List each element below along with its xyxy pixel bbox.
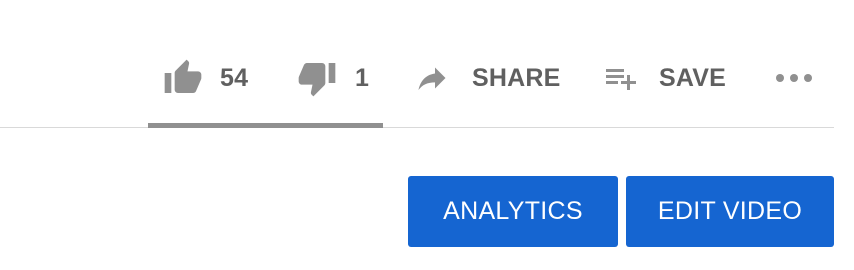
like-count: 54 (220, 63, 249, 92)
sentiment-bar-fill (148, 123, 379, 128)
edit-video-button[interactable]: EDIT VIDEO (626, 176, 834, 247)
like-button[interactable]: 54 (162, 50, 248, 106)
save-label: SAVE (659, 63, 727, 92)
video-actions-panel: 54 1 SHARE SAVE ANALYTICS EDIT VIDEO (0, 0, 854, 270)
action-bar: 54 1 SHARE SAVE (0, 50, 854, 106)
more-actions-button[interactable] (774, 50, 814, 106)
sentiment-bar (148, 123, 383, 128)
dislike-button[interactable]: 1 (297, 50, 369, 106)
analytics-button[interactable]: ANALYTICS (408, 176, 618, 247)
more-horizontal-icon (774, 71, 814, 85)
playlist-add-icon (603, 60, 639, 96)
thumb-up-icon (162, 58, 204, 98)
divider (0, 127, 834, 128)
save-button[interactable]: SAVE (603, 50, 726, 106)
share-arrow-icon (414, 60, 450, 96)
share-button[interactable]: SHARE (414, 50, 561, 106)
thumb-down-icon (297, 58, 337, 98)
share-label: SHARE (472, 63, 561, 92)
dislike-count: 1 (355, 63, 370, 92)
